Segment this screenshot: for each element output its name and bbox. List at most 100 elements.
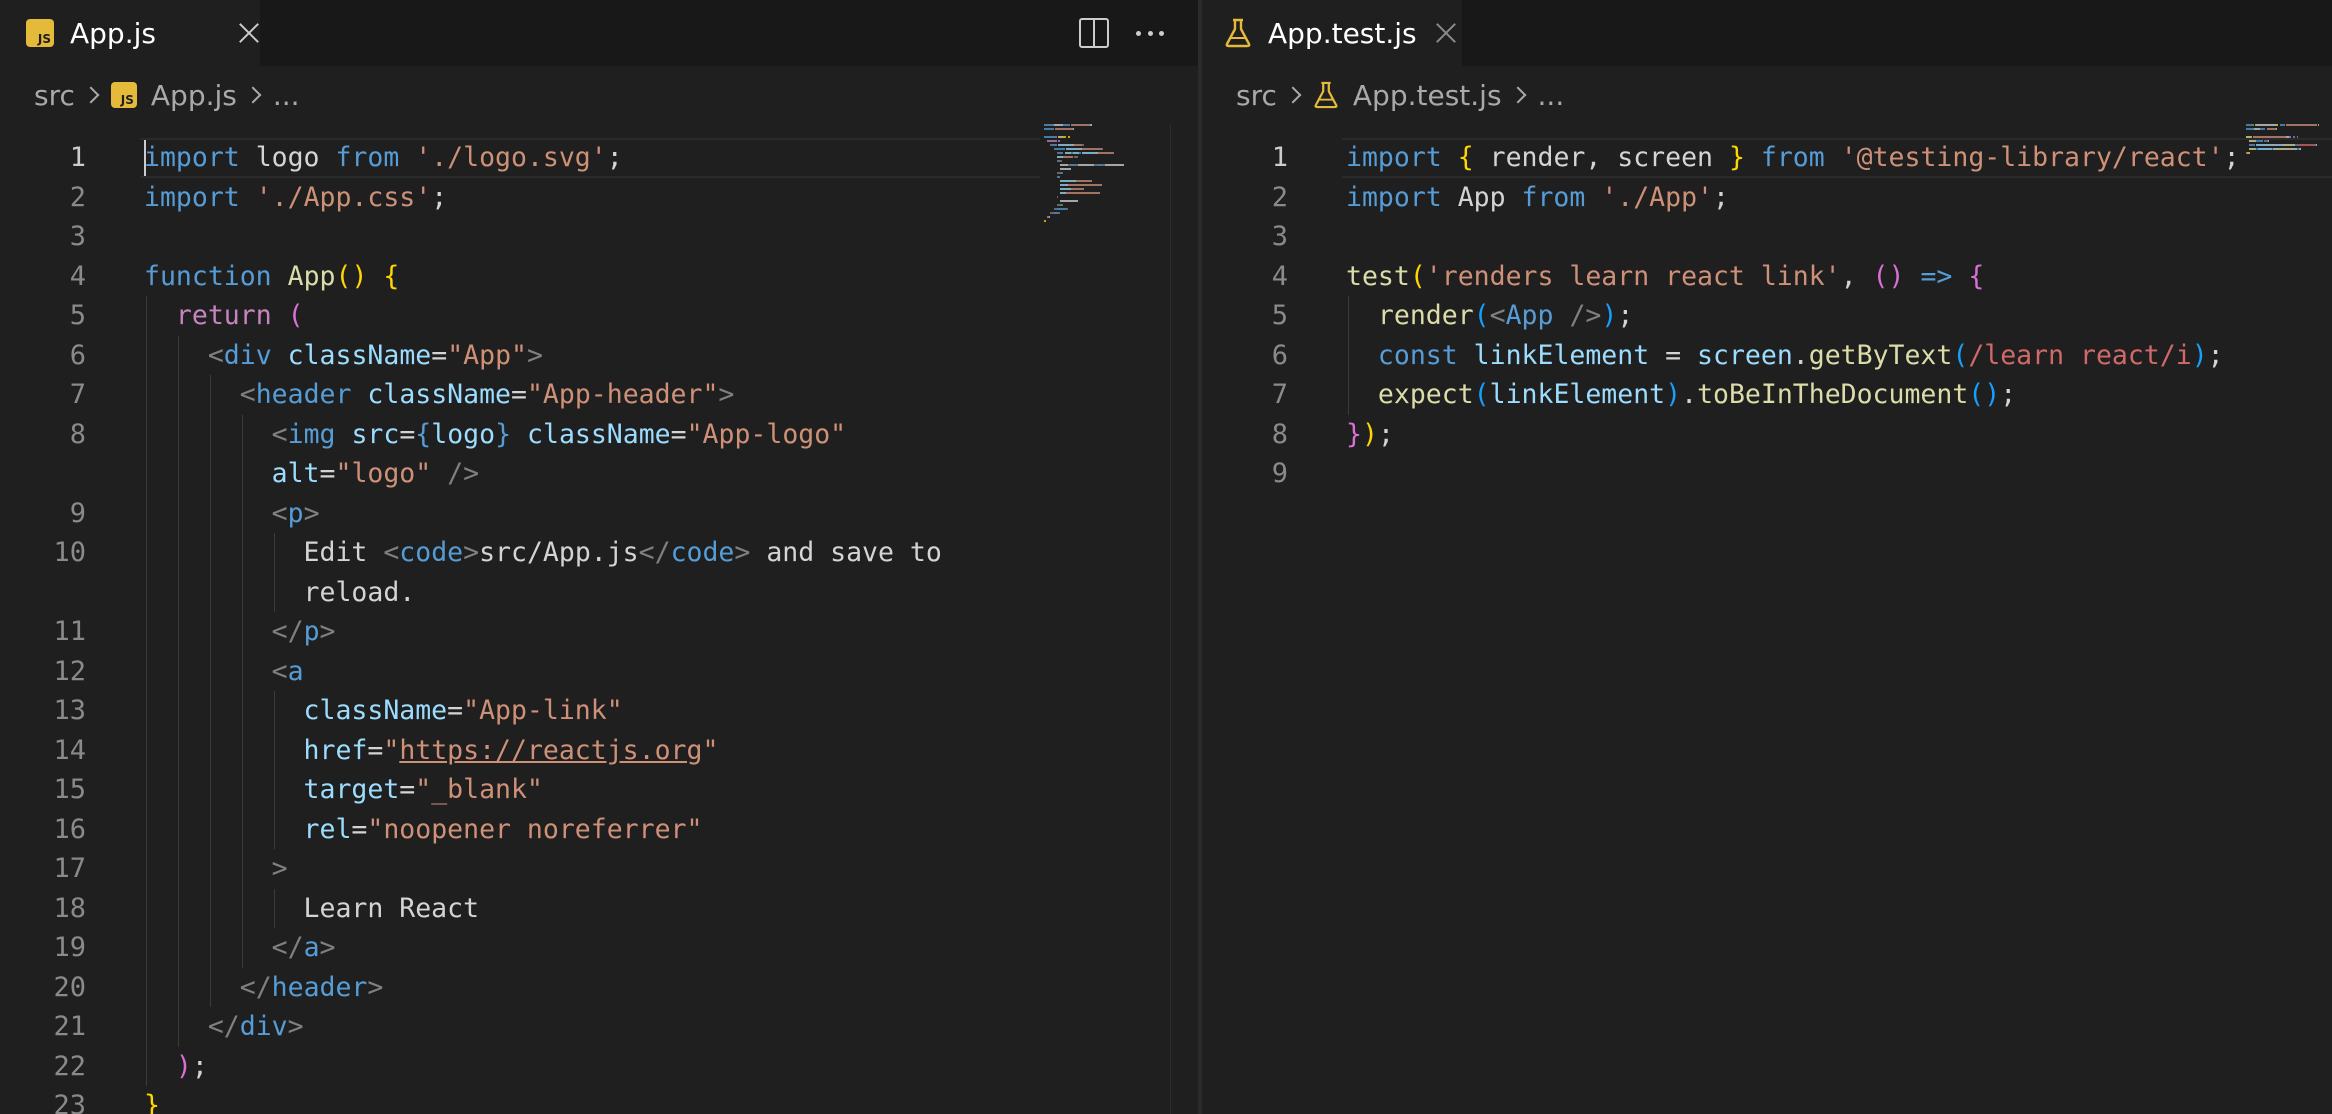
indent-guide [241, 730, 243, 770]
line-number: 23 [53, 1090, 86, 1114]
minimap-line [1056, 196, 1059, 198]
code-token: > [718, 379, 735, 410]
code-token: /> [447, 458, 480, 489]
line-number: 7 [69, 379, 86, 410]
code-token: a [287, 655, 304, 687]
line-number: 20 [53, 971, 86, 1003]
minimap-line [1079, 152, 1081, 154]
indent-guide [177, 572, 179, 612]
code-line: return ( [144, 296, 304, 336]
code-token: App [1505, 300, 1554, 331]
minimap-line [1060, 168, 1072, 170]
line-number: 16 [53, 813, 86, 845]
code-token[interactable]: https://reactjs.org [399, 735, 702, 766]
code-token: className [303, 695, 448, 726]
minimap-line [1052, 144, 1057, 146]
code-token: './App.css' [255, 181, 432, 213]
code-token: < [271, 497, 288, 529]
indent-guide [209, 493, 211, 533]
indent-guide [209, 612, 211, 652]
tab-app-test-js[interactable]: App.test.js [1202, 0, 1462, 66]
code-line: className="App-link" [144, 691, 623, 731]
code-token: > [526, 339, 543, 371]
indent-guide [209, 414, 211, 454]
code-token: > [734, 537, 751, 568]
line-number: 6 [69, 339, 86, 371]
tab-app-js[interactable]: JS App.js [0, 0, 260, 66]
code-editor-right[interactable]: 1 import { render, screen } from '@testin… [1202, 124, 2332, 1114]
close-icon[interactable] [1435, 22, 1457, 44]
indent-guide [146, 493, 147, 533]
code-line: Learn React [144, 889, 480, 929]
minimap-line [1066, 148, 1081, 150]
minimap-line [1090, 124, 1092, 126]
indent-guide [177, 612, 179, 652]
code-token: Learn React [303, 892, 480, 924]
code-token: > [463, 537, 480, 568]
indent-guide [146, 730, 147, 770]
code-token: /> [1569, 300, 1602, 331]
indent-guide [177, 888, 179, 928]
code-line: function App() { [144, 257, 399, 297]
indent-guide [209, 572, 211, 612]
indent-guide [241, 572, 243, 612]
minimap[interactable] [1044, 124, 1154, 234]
line-number: 21 [53, 1011, 86, 1042]
code-editor-left[interactable]: 1 import logo from './logo.svg'; 2 import '… [0, 124, 1198, 1114]
code-token: = [399, 418, 416, 450]
breadcrumb-symbol[interactable]: ... [273, 79, 300, 112]
breadcrumb-folder[interactable]: src [1236, 79, 1277, 112]
line-number: 8 [1271, 418, 1288, 450]
minimap-line [2266, 128, 2276, 130]
breadcrumb-symbol[interactable]: ... [1538, 79, 1565, 112]
minimap-line [2279, 124, 2285, 126]
indent-guide [177, 414, 179, 454]
code-token: ) [1361, 418, 1378, 450]
code-line: </a> [144, 928, 336, 968]
beaker-icon [1314, 81, 1338, 109]
indent-guide [241, 612, 243, 652]
code-token: ) [2191, 339, 2208, 371]
code-line: } [144, 1086, 160, 1114]
indent-guide [209, 809, 211, 849]
code-token: App [287, 260, 336, 292]
code-line: Edit <code>src/App.js</code> and save to [144, 533, 942, 573]
code-token: header [271, 971, 368, 1003]
line-number: 22 [53, 1050, 86, 1082]
breadcrumb-file[interactable]: App.js [151, 79, 237, 112]
code-token: } [1728, 142, 1745, 173]
code-token: </ [638, 537, 671, 568]
split-editor-icon[interactable] [1079, 18, 1109, 48]
more-actions-icon[interactable] [1136, 18, 1164, 48]
line-number: 9 [1271, 458, 1288, 489]
breadcrumb-file[interactable]: App.test.js [1353, 79, 1502, 112]
code-token: import [1346, 142, 1442, 173]
breadcrumb-folder[interactable]: src [34, 79, 75, 112]
minimap-line [2275, 128, 2278, 130]
tab-bar-right: App.test.js [1202, 0, 2332, 66]
minimap-line [1066, 192, 1100, 194]
minimap-line [1066, 208, 1068, 210]
code-token: href [303, 734, 368, 766]
minimap-line [2260, 128, 2266, 130]
js-file-icon: JS [26, 19, 54, 47]
tab-bar-left: JS App.js [0, 0, 1198, 66]
indent-guide [241, 533, 243, 573]
code-token: div [223, 339, 272, 371]
minimap-line [1060, 200, 1078, 202]
close-icon[interactable] [238, 22, 260, 44]
indent-guide [273, 572, 275, 612]
minimap-line [1060, 164, 1068, 166]
code-token: ( [287, 300, 304, 331]
code-token: = [367, 734, 384, 766]
indent-guide [1348, 296, 1349, 336]
minimap-line [1063, 156, 1073, 158]
indent-guide [146, 414, 147, 454]
minimap-line [1056, 208, 1067, 210]
code-line: import App from './App'; [1346, 178, 1729, 218]
